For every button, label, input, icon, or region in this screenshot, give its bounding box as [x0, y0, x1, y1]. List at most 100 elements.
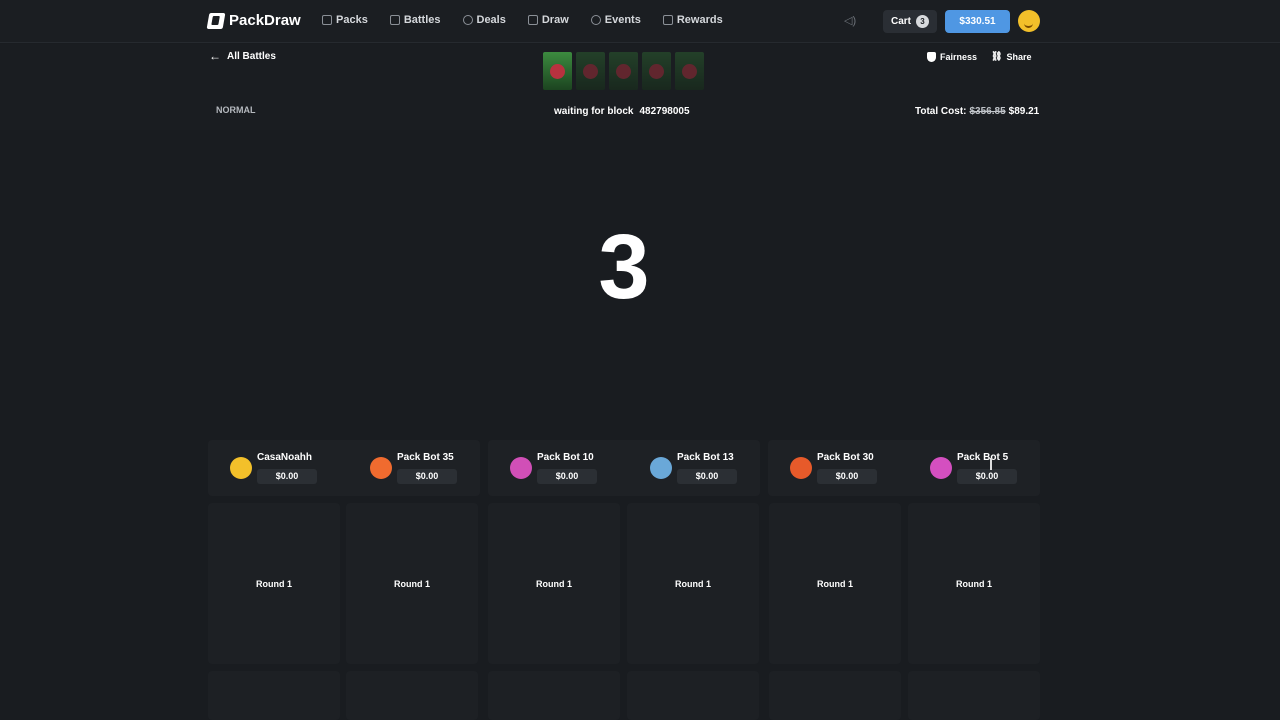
menu-label: Rewards	[676, 14, 723, 26]
packdraw-logo[interactable]: PackDraw	[206, 12, 301, 29]
player-name: Pack Bot 5	[957, 452, 1009, 463]
cart-label: Cart	[890, 16, 911, 27]
main-menu: Packs Battles Deals Draw Events Rewards	[322, 14, 745, 26]
shield-icon	[927, 51, 936, 62]
menu-rewards[interactable]: Rewards	[662, 14, 723, 26]
round-label: Round 1	[536, 579, 572, 589]
battles-icon	[389, 15, 400, 25]
team-panel: Pack Bot 30 $0.00 Pack Bot 5 $0.00	[768, 440, 1040, 496]
menu-label: Packs	[336, 14, 368, 26]
share-label: Share	[1006, 51, 1032, 62]
round-card: Round 1	[769, 503, 901, 664]
round-label: Round 1	[675, 579, 711, 589]
pack-strip	[543, 52, 704, 90]
round-card	[208, 671, 340, 720]
old-cost: $356.85	[969, 106, 1006, 117]
round-card: Round 1	[488, 503, 620, 664]
player-name: Pack Bot 13	[677, 452, 734, 463]
menu-label: Deals	[476, 14, 506, 26]
cart-count-badge: 3	[916, 15, 929, 28]
arrow-left-icon: ←	[209, 49, 221, 63]
round-card	[627, 671, 759, 720]
menu-battles[interactable]: Battles	[389, 14, 441, 26]
player-value: $0.00	[677, 469, 737, 484]
back-label: All Battles	[227, 50, 276, 62]
fairness-button[interactable]: Fairness	[927, 51, 977, 62]
status-text: waiting for block	[554, 106, 634, 117]
menu-draw[interactable]: Draw	[527, 14, 569, 26]
packdraw-logo-icon	[206, 12, 226, 29]
player-slot: CasaNoahh $0.00	[208, 440, 344, 496]
player-name: Pack Bot 30	[817, 452, 874, 463]
player-value: $0.00	[257, 469, 317, 484]
cart-button[interactable]: Cart 3	[883, 10, 937, 33]
deals-icon	[462, 15, 473, 25]
round-label: Round 1	[956, 579, 992, 589]
block-number: 482798005	[639, 106, 690, 117]
pack-thumbnail[interactable]	[576, 52, 605, 90]
round-card	[488, 671, 620, 720]
player-slot: Pack Bot 30 $0.00	[768, 440, 904, 496]
menu-label: Draw	[541, 14, 569, 26]
logo-text: PackDraw	[229, 12, 301, 29]
round-card	[769, 671, 901, 720]
draw-icon	[527, 15, 538, 25]
battle-actions: Fairness ⛓ Share	[927, 51, 1031, 62]
menu-events[interactable]: Events	[590, 14, 641, 26]
player-slot: Pack Bot 10 $0.00	[488, 440, 624, 496]
avatar	[650, 457, 672, 479]
menu-packs[interactable]: Packs	[322, 14, 368, 26]
team-panel: CasaNoahh $0.00 Pack Bot 35 $0.00	[208, 440, 480, 496]
menu-label: Battles	[403, 14, 441, 26]
events-icon	[590, 15, 601, 25]
round-card	[346, 671, 478, 720]
all-battles-link[interactable]: ← All Battles	[209, 49, 276, 63]
round-card: Round 1	[627, 503, 759, 664]
block-status: waiting for block 482798005	[554, 106, 690, 117]
pack-thumbnail[interactable]	[675, 52, 704, 90]
player-slot: Pack Bot 5 $0.00	[908, 440, 1044, 496]
round-card: Round 1	[346, 503, 478, 664]
player-value: $0.00	[817, 469, 877, 484]
round-card: Round 1	[208, 503, 340, 664]
total-cost: Total Cost: $356.85 $89.21	[915, 106, 1039, 117]
avatar	[370, 457, 392, 479]
pack-thumbnail[interactable]	[543, 52, 572, 90]
share-button[interactable]: ⛓ Share	[991, 51, 1031, 62]
top-navbar: PackDraw Packs Battles Deals Draw Events…	[0, 0, 1280, 43]
menu-deals[interactable]: Deals	[462, 14, 506, 26]
round-card	[908, 671, 1040, 720]
player-slot: Pack Bot 13 $0.00	[628, 440, 764, 496]
pack-thumbnail[interactable]	[609, 52, 638, 90]
link-icon: ⛓	[991, 51, 1003, 61]
countdown-number: 3	[598, 216, 650, 318]
avatar	[790, 457, 812, 479]
player-value: $0.00	[397, 469, 457, 484]
round-label: Round 1	[256, 579, 292, 589]
player-value: $0.00	[537, 469, 597, 484]
player-value: $0.00	[957, 469, 1017, 484]
packs-icon	[322, 15, 332, 25]
volume-icon[interactable]: ◁)	[844, 14, 858, 28]
team-panel: Pack Bot 10 $0.00 Pack Bot 13 $0.00	[488, 440, 760, 496]
player-name: Pack Bot 35	[397, 452, 454, 463]
current-cost: $89.21	[1008, 106, 1040, 117]
cost-label: Total Cost:	[915, 106, 967, 117]
player-name: CasaNoahh	[257, 452, 313, 463]
avatar	[230, 457, 252, 479]
round-card: Round 1	[908, 503, 1040, 664]
round-label: Round 1	[817, 579, 853, 589]
player-name: Pack Bot 10	[537, 452, 594, 463]
round-label: Round 1	[394, 579, 430, 589]
balance-button[interactable]: $330.51	[945, 10, 1010, 33]
menu-label: Events	[604, 14, 641, 26]
text-cursor	[990, 458, 992, 470]
battle-mode: NORMAL	[216, 105, 256, 115]
player-slot: Pack Bot 35 $0.00	[348, 440, 484, 496]
pack-thumbnail[interactable]	[642, 52, 671, 90]
fairness-label: Fairness	[940, 51, 978, 62]
avatar	[930, 457, 952, 479]
rewards-icon	[662, 15, 673, 25]
avatar	[510, 457, 532, 479]
user-avatar[interactable]	[1018, 10, 1040, 32]
